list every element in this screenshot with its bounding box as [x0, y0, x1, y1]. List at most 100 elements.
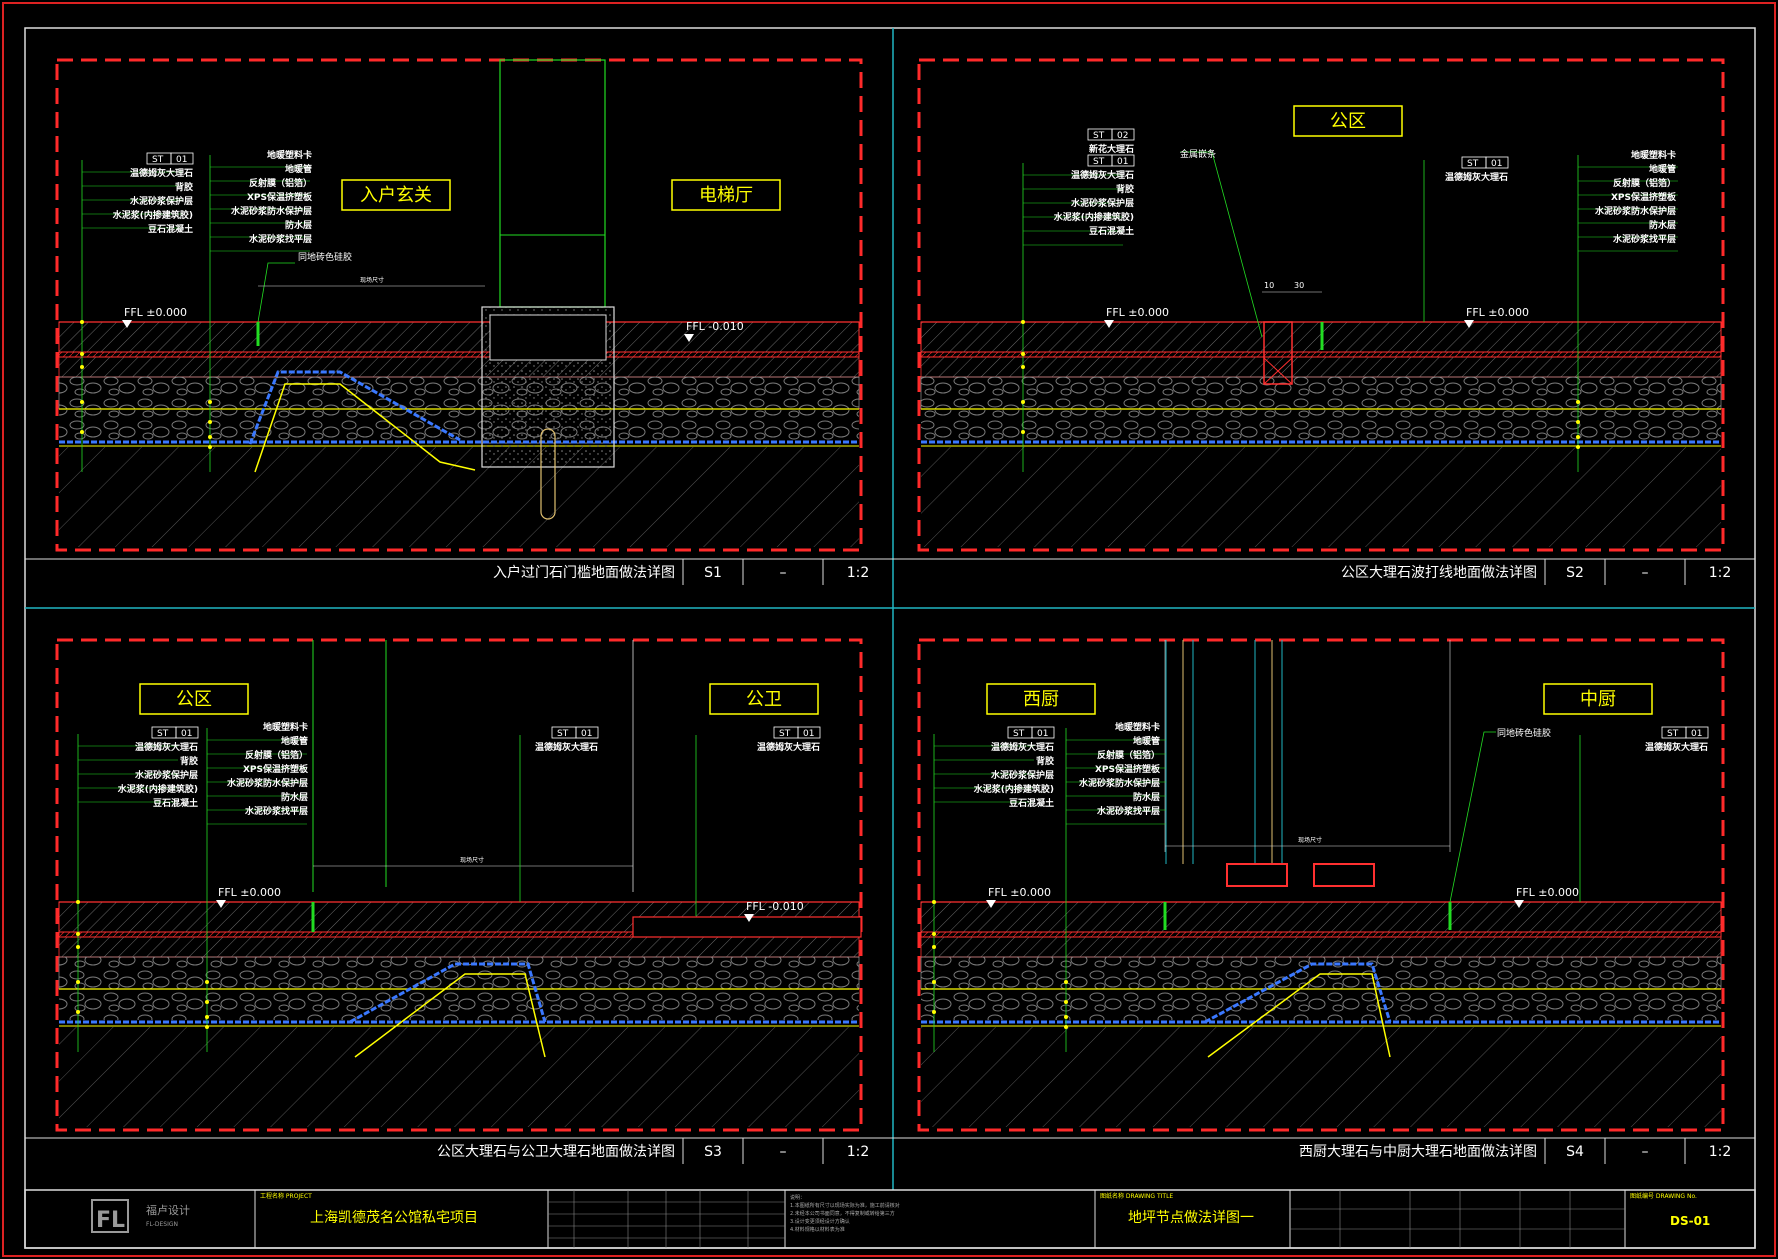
callout-left-tag-num: 01	[1037, 729, 1048, 739]
callout-left-line: 水泥浆(内掺建筑胶)	[974, 783, 1054, 795]
callout-right-line: XPS保温挤塑板	[1611, 191, 1677, 203]
callout-right-line: 温德姆灰大理石	[1645, 741, 1708, 753]
callout-left-line: 水泥浆(内掺建筑胶)	[118, 783, 198, 795]
gap-note: 同地砖色硅胶	[298, 251, 352, 263]
detail-title: 西厨大理石与中厨大理石地面做法详图	[1299, 1144, 1537, 1160]
panel-s2: 公区大理石波打线地面做法详图 S2 – 1:2 公区 FFL ±0.000 FFL ±0.0…	[893, 58, 1755, 585]
layer-screed	[59, 410, 859, 440]
callout-mid-tag-num: 01	[1491, 159, 1502, 169]
callout-right-line: 防水层	[285, 219, 312, 231]
detail-code: S2	[1566, 565, 1584, 581]
callout-left-line: 温德姆灰大理石	[991, 741, 1054, 753]
company-name-en: FL-DESIGN	[146, 1221, 178, 1228]
ffl-left: FFL ±0.000	[1106, 306, 1169, 319]
layer-screed	[921, 410, 1721, 440]
callout-right2-line: XPS保温挤塑板	[243, 763, 309, 775]
drawing-number: DS-01	[1670, 1214, 1710, 1228]
callout-right-line: 水泥砂浆防水保护层	[231, 205, 312, 217]
callout-left-line: 水泥砂浆保护层	[135, 769, 198, 781]
callout-right-tag-num: 01	[1691, 729, 1702, 739]
layer-screed	[921, 990, 1721, 1020]
layer-protect	[920, 936, 1722, 958]
callout-mid-line: 防水层	[1133, 791, 1160, 803]
callout-right2-line: 反射膜（铝箔）	[245, 749, 308, 761]
callout-mid-line: 水泥砂浆防水保护层	[1079, 777, 1160, 789]
project-label: 工程名称 PROJECT	[260, 1192, 312, 1200]
layer-structural-slab	[59, 447, 859, 547]
project-name: 上海凯德茂名公馆私宅项目	[310, 1209, 478, 1226]
callout-right2-line: 地暖管	[281, 735, 308, 747]
svg-text:说明：: 说明：	[790, 1194, 805, 1201]
layer-protect	[920, 356, 1722, 378]
callout-mid-line: 地暖管	[1133, 735, 1160, 747]
callout-mid-line: 反射膜（铝箔）	[1097, 749, 1160, 761]
callout-left-line: 背胶	[180, 755, 198, 767]
drawing-no-label: 图纸编号 DRAWING No.	[1630, 1192, 1697, 1200]
metal-strip-note: 金属嵌条	[1180, 148, 1216, 160]
drawing-title-label: 图纸名称 DRAWING TITLE	[1100, 1192, 1173, 1200]
callout-right2-line: 水泥砂浆找平层	[245, 805, 308, 817]
door-frame	[499, 59, 606, 308]
svg-text:1.本图纸所有尺寸以现场实际为准，施工前请核对: 1.本图纸所有尺寸以现场实际为准，施工前请核对	[790, 1202, 900, 1209]
callout-left-tag-num: 01	[181, 729, 192, 739]
gap-note: 同地砖色硅胶	[1497, 727, 1551, 739]
callout-right-line: 地暖管	[285, 163, 312, 175]
detail-scale: 1:2	[1709, 565, 1732, 581]
detail-scale: 1:2	[847, 1144, 870, 1160]
callout-left-line: 温德姆灰大理石	[135, 741, 198, 753]
detail-dash: –	[1642, 565, 1649, 581]
detail-scale: 1:2	[847, 565, 870, 581]
detail-dash: –	[1642, 1144, 1649, 1160]
callout-left-line: 水泥砂浆保护层	[991, 769, 1054, 781]
callout-mid-line: 温德姆灰大理石	[1445, 171, 1508, 183]
callout-left-tag-code: ST	[1093, 131, 1105, 141]
layer-protect	[58, 356, 860, 378]
drawing-title: 地坪节点做法详图一	[1128, 1210, 1254, 1226]
callout-mid-tag-code: ST	[557, 729, 569, 739]
callout-right-line: 水泥砂浆找平层	[249, 233, 312, 245]
layer-protect	[58, 936, 860, 958]
callout-right-line: XPS保温挤塑板	[247, 191, 313, 203]
callout-left-tag-code: ST	[152, 155, 164, 165]
layer-pebble-concrete	[58, 956, 860, 990]
title-block: 说明： 1.本图纸所有尺寸以现场实际为准，施工前请核对 2.未经本公司书面同意，…	[24, 1189, 1756, 1249]
ffl-left: FFL ±0.000	[124, 306, 187, 319]
callout-left-line: 背胶	[1036, 755, 1054, 767]
room-label-bath: 公卫	[746, 689, 782, 710]
detail-dash: –	[780, 1144, 787, 1160]
panel-s4: 西厨大理石与中厨大理石地面做法详图 S4 – 1:2 现场尺寸 西厨 中厨 FFL ±0.00…	[893, 638, 1755, 1164]
callout-left-tag-code: ST	[1093, 157, 1105, 167]
callout-right-line: 地暖塑料卡	[1631, 149, 1676, 161]
callout-right-line: 反射膜（铝箔）	[1613, 177, 1676, 189]
callout-left-line: 豆石混凝土	[1009, 797, 1054, 809]
callout-left-line: 背胶	[175, 181, 193, 193]
ffl-right: FFL ±0.000	[1516, 886, 1579, 899]
callout-left-line: 水泥浆(内掺建筑胶)	[113, 209, 193, 221]
callout-right2-line: 地暖塑料卡	[263, 721, 308, 733]
dim-note: 现场尺寸	[360, 276, 384, 284]
panel-s3: 公区大理石与公卫大理石地面做法详图 S3 – 1:2 公区 公卫 FFL ±0.000 FFL…	[25, 638, 893, 1164]
callout-right-line: 地暖管	[1649, 163, 1676, 175]
callout-right-line: 反射膜（铝箔）	[249, 177, 312, 189]
detail-code: S3	[704, 1144, 722, 1160]
layer-structural-slab	[59, 1027, 859, 1127]
logo-text: FL	[96, 1208, 125, 1233]
callout-mid-line: 温德姆灰大理石	[535, 741, 598, 753]
cabinet-foot-left	[1226, 863, 1288, 887]
callout-right2-line: 防水层	[281, 791, 308, 803]
layer-screed	[59, 990, 859, 1020]
dim-note: 现场尺寸	[1298, 836, 1322, 844]
room-label-chinese-kitchen: 中厨	[1580, 689, 1616, 710]
layer-stone	[920, 901, 1722, 933]
dim-30: 30	[1294, 281, 1304, 290]
layer-structural-slab	[921, 447, 1721, 547]
detail-scale: 1:2	[1709, 1144, 1732, 1160]
svg-text:3.设计变更须经设计方确认: 3.设计变更须经设计方确认	[790, 1218, 850, 1225]
drawing-sheet: 入户过门石门槛地面做法详图 S1 – 1:2 入户玄关 电梯厅 FFL ±0.000 FFL …	[2, 2, 1776, 1257]
detail-dash: –	[780, 565, 787, 581]
callout-right-line: 地暖塑料卡	[267, 149, 312, 161]
layer-structural-slab	[921, 1027, 1721, 1127]
detail-title: 公区大理石与公卫大理石地面做法详图	[437, 1144, 675, 1160]
callout-left-tag-num: 01	[176, 155, 187, 165]
dim-10: 10	[1264, 281, 1274, 290]
